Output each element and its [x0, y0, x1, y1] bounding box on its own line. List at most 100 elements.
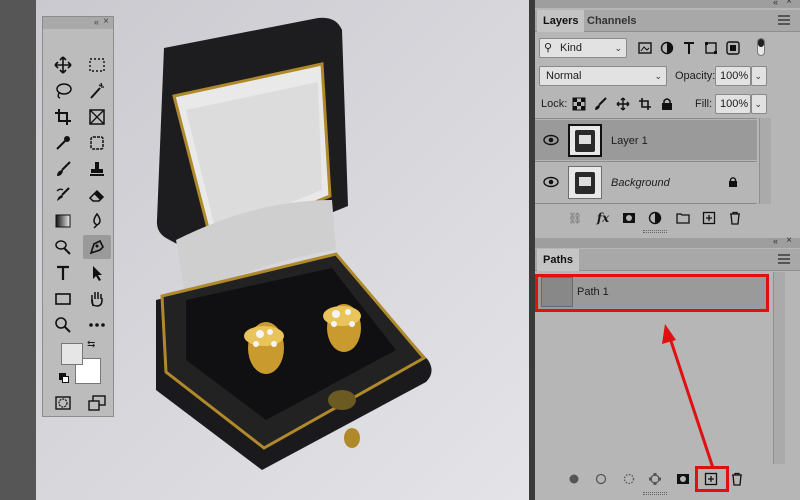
fill-label: Fill: [695, 98, 713, 110]
tools-panel: « × ⇆ [42, 16, 114, 417]
trash-icon[interactable] [727, 210, 743, 226]
tab-channels[interactable]: Channels [581, 10, 643, 32]
layer-name[interactable]: Layer 1 [611, 135, 648, 147]
tab-layers[interactable]: Layers [537, 10, 585, 32]
visibility-eye-icon[interactable] [543, 133, 559, 147]
layer-name[interactable]: Background [611, 177, 670, 189]
tab-paths[interactable]: Paths [537, 249, 579, 271]
magic-wand-tool-icon[interactable] [83, 79, 111, 103]
hand-tool-icon[interactable] [83, 287, 111, 311]
adjustment-filter-icon[interactable] [659, 40, 675, 56]
layer-thumbnail [568, 124, 602, 157]
brush-tool-icon[interactable] [49, 157, 77, 181]
layer-row-background[interactable]: Background [535, 162, 757, 202]
divider [535, 203, 757, 204]
new-layer-icon[interactable] [701, 210, 717, 226]
lock-label: Lock: [541, 98, 568, 110]
layers-scrollbar[interactable] [759, 118, 771, 204]
trash-icon[interactable] [729, 471, 745, 487]
work-path-icon[interactable] [647, 471, 663, 487]
collapse-icon[interactable]: « [773, 0, 778, 7]
link-icon[interactable]: ⛓ [567, 210, 583, 226]
highlight-box-new-path [695, 466, 729, 492]
blur-tool-icon[interactable] [83, 209, 111, 233]
layer-row-layer-1[interactable]: Layer 1 [535, 120, 757, 160]
eyedropper-tool-icon[interactable] [49, 131, 77, 155]
blend-mode-value: Normal [546, 70, 582, 82]
left-app-strip [0, 0, 36, 500]
selection-path-icon[interactable] [621, 471, 637, 487]
paths-dock-header[interactable]: « × [535, 235, 800, 248]
swap-colors-icon[interactable]: ⇆ [87, 339, 95, 350]
shape-filter-icon[interactable] [703, 40, 719, 56]
visibility-eye-icon[interactable] [543, 175, 559, 189]
rectangle-tool-icon[interactable] [49, 287, 77, 311]
foreground-color-swatch[interactable] [61, 343, 83, 365]
marquee-tool-icon[interactable] [83, 53, 111, 77]
opacity-label: Opacity: [675, 70, 716, 82]
adjustment-icon[interactable] [647, 210, 663, 226]
smart-object-filter-icon[interactable] [725, 40, 741, 56]
close-icon[interactable]: × [786, 235, 792, 246]
panel-menu-icon[interactable] [778, 15, 790, 25]
eraser-tool-icon[interactable] [83, 183, 111, 207]
layers-panel-header: Layers Channels [535, 10, 800, 32]
paths-panel-header: Paths [535, 249, 800, 271]
stroke-path-icon[interactable] [593, 471, 609, 487]
paths-footer [535, 467, 775, 491]
gradient-tool-icon[interactable] [49, 209, 77, 233]
right-panel-dock: « × Layers Channels Kind ⚲ ⌄ Normal ⌄ Op… [535, 0, 800, 500]
pen-tool-icon[interactable] [83, 235, 111, 259]
fx-icon[interactable]: fx [595, 210, 611, 226]
path-selection-tool-icon[interactable] [83, 261, 111, 285]
blend-mode-select[interactable]: Normal ⌄ [539, 66, 667, 86]
layer-thumbnail [568, 166, 602, 199]
screen-mode-icon[interactable] [83, 391, 111, 415]
type-tool-icon[interactable] [49, 261, 77, 285]
healing-brush-tool-icon[interactable] [83, 131, 111, 155]
collapse-icon[interactable]: « [773, 236, 778, 246]
clone-stamp-tool-icon[interactable] [83, 157, 111, 181]
filter-toggle[interactable] [757, 38, 765, 56]
move-tool-icon[interactable] [49, 53, 77, 77]
fill-input[interactable]: 100% [715, 94, 751, 114]
crop-tool-icon[interactable] [49, 105, 77, 129]
more-tools-icon[interactable] [83, 313, 111, 337]
zoom-tool-icon[interactable] [49, 313, 77, 337]
opacity-dropdown[interactable]: ⌄ [751, 66, 767, 86]
opacity-input[interactable]: 100% [715, 66, 751, 86]
close-icon[interactable]: × [786, 0, 792, 7]
lock-transparent-icon[interactable] [571, 96, 587, 112]
close-icon[interactable]: × [103, 16, 109, 27]
lasso-tool-icon[interactable] [49, 79, 77, 103]
mask-path-icon[interactable] [675, 471, 691, 487]
frame-tool-icon[interactable] [83, 105, 111, 129]
lock-all-icon[interactable] [659, 96, 675, 112]
chevron-down-icon: ⌄ [614, 43, 622, 53]
default-colors-icon[interactable] [59, 373, 69, 383]
collapse-icon[interactable]: « [94, 17, 99, 27]
layers-footer: ⛓ fx [535, 206, 775, 230]
divider [535, 118, 757, 119]
tools-panel-header[interactable]: « × [43, 16, 113, 29]
fill-dropdown[interactable]: ⌄ [751, 94, 767, 114]
lock-artboard-icon[interactable] [637, 96, 653, 112]
lock-pixels-icon[interactable] [593, 96, 609, 112]
lock-icon[interactable] [727, 176, 739, 188]
lock-position-icon[interactable] [615, 96, 631, 112]
pixel-filter-icon[interactable] [637, 40, 653, 56]
dock-header[interactable]: « × [535, 0, 800, 8]
layer-filter-select[interactable]: Kind ⚲ ⌄ [539, 38, 627, 58]
search-icon: ⚲ [544, 42, 553, 54]
type-filter-icon[interactable] [681, 40, 697, 56]
fill-path-icon[interactable] [566, 471, 582, 487]
panel-menu-icon[interactable] [778, 254, 790, 264]
resize-grip[interactable] [643, 492, 667, 495]
quick-mask-icon[interactable] [49, 391, 77, 415]
folder-icon[interactable] [675, 210, 691, 226]
mask-icon[interactable] [621, 210, 637, 226]
history-brush-tool-icon[interactable] [49, 183, 77, 207]
chevron-down-icon: ⌄ [754, 71, 762, 81]
dodge-tool-icon[interactable] [49, 235, 77, 259]
resize-grip[interactable] [643, 230, 667, 233]
